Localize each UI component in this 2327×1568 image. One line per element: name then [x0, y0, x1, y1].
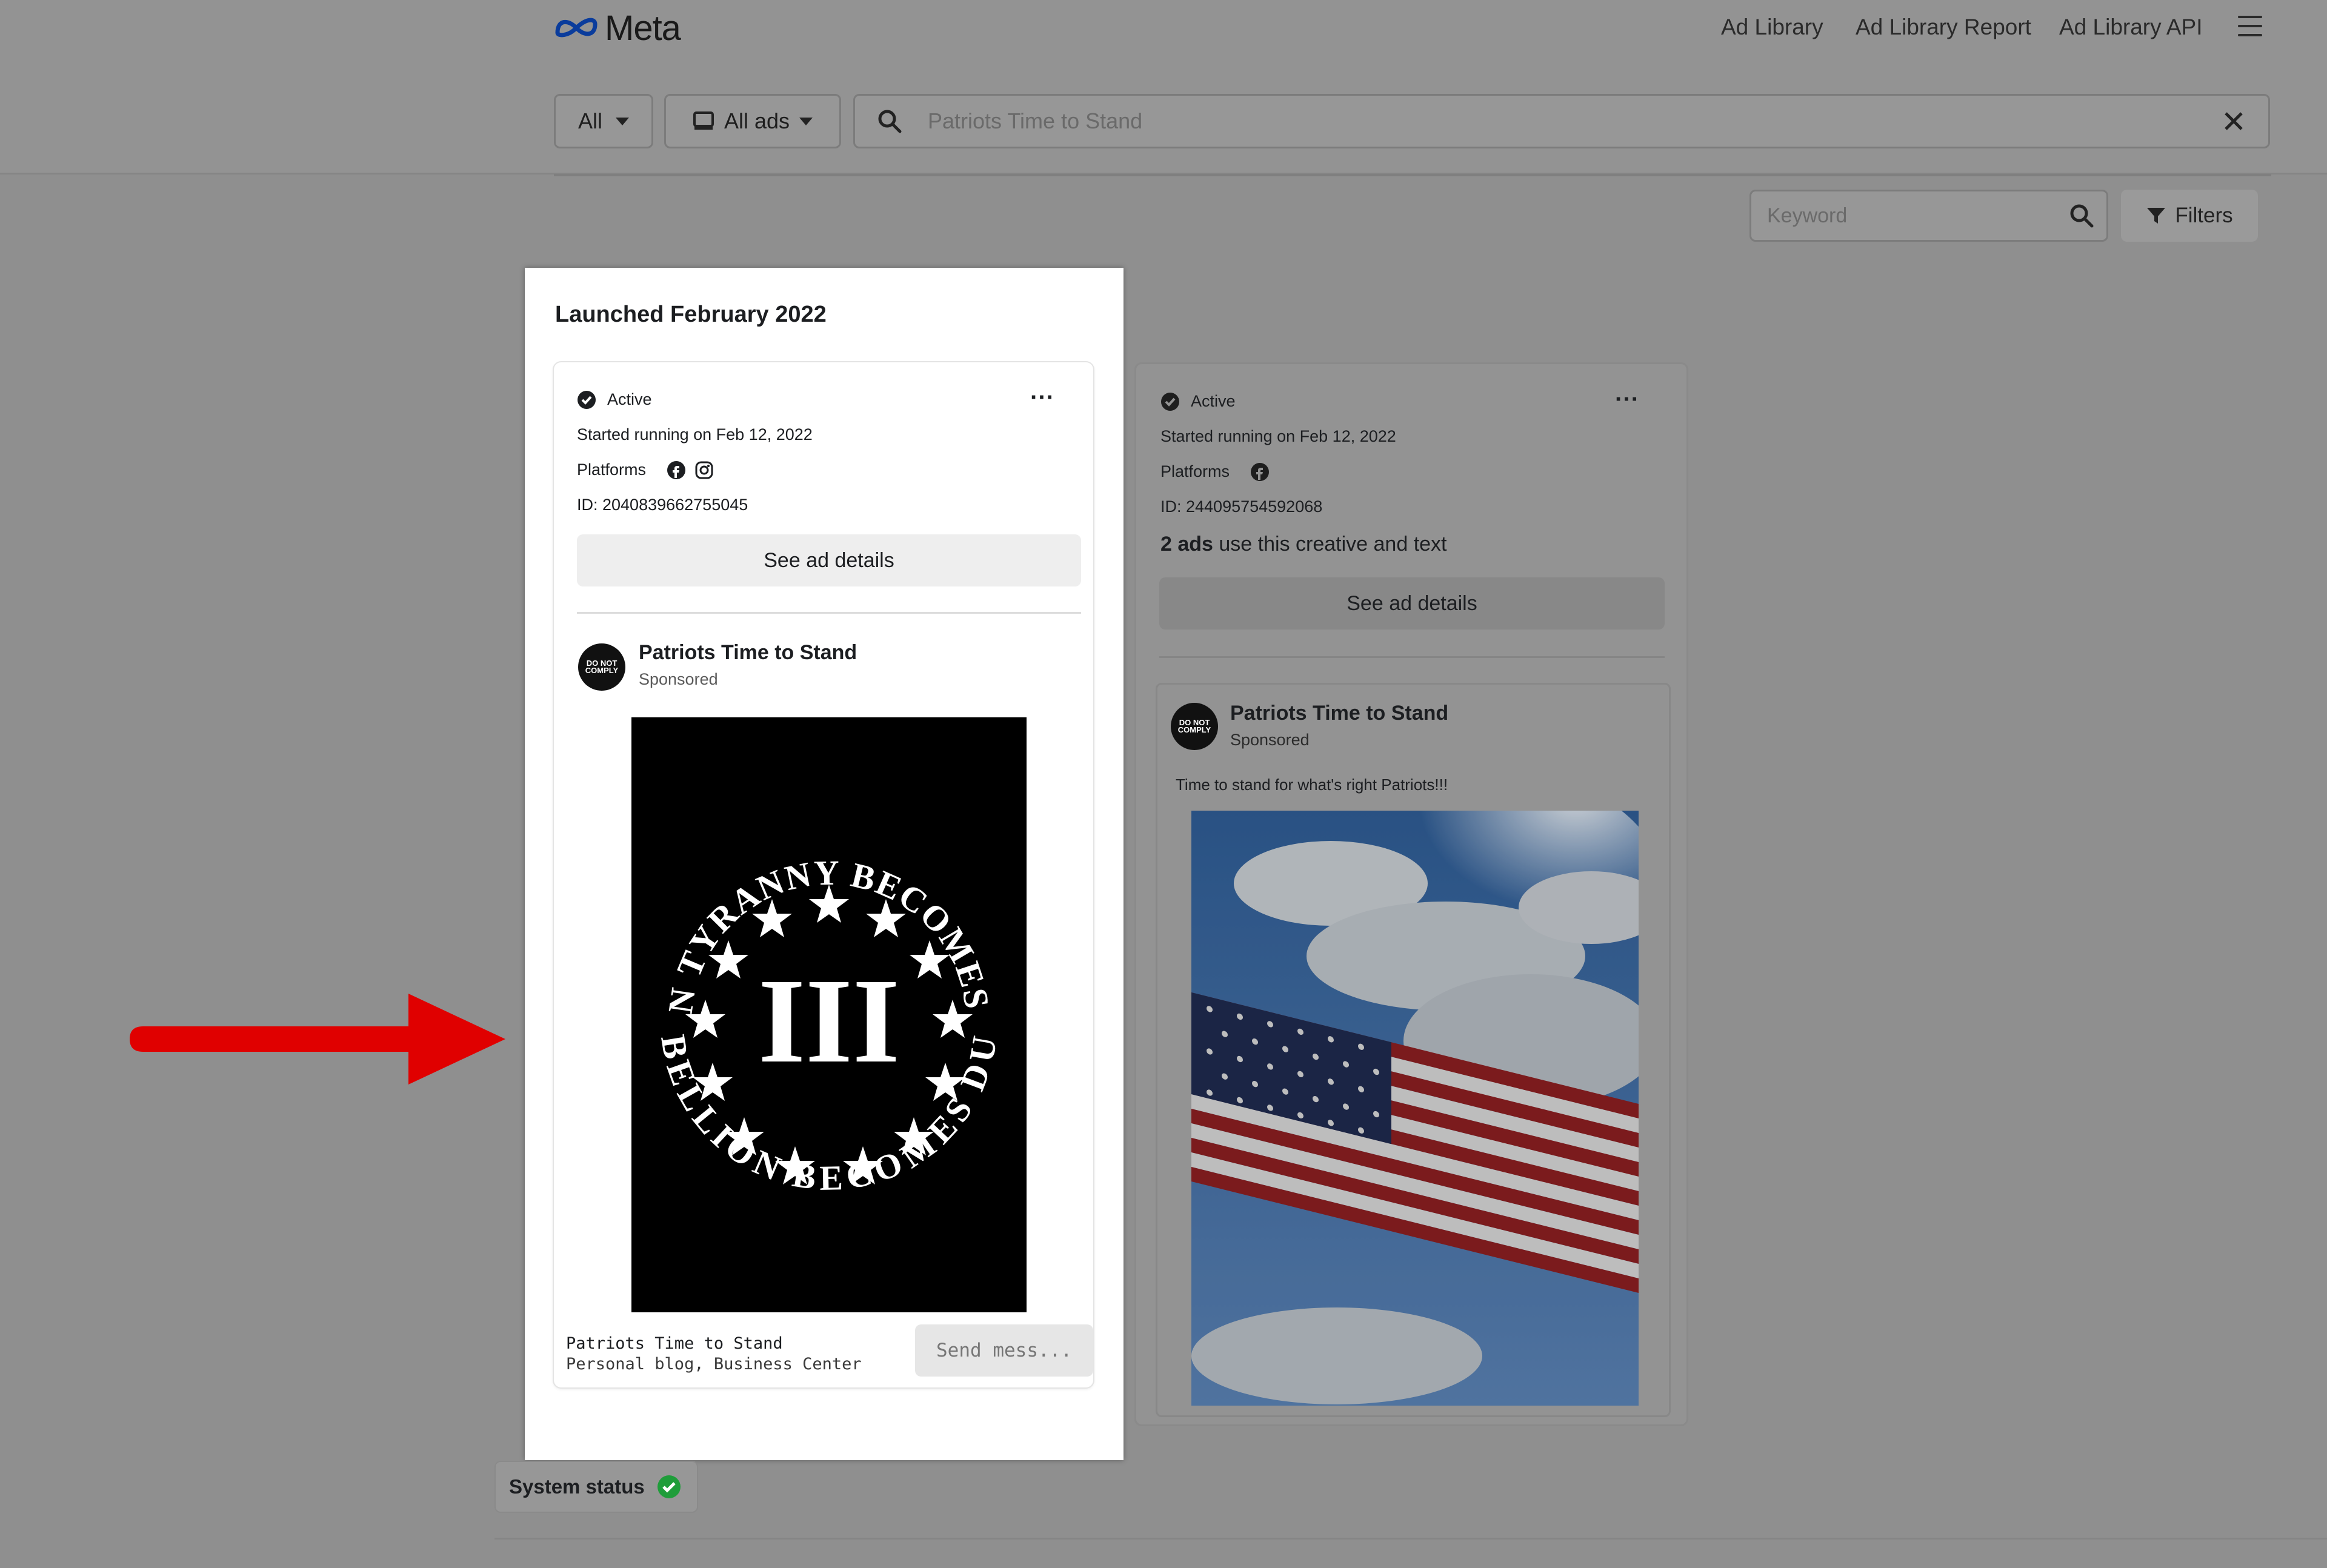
ad1-see-details-button[interactable]: See ad details: [577, 534, 1081, 586]
clear-search-icon[interactable]: [2223, 111, 2244, 131]
ad-card-2: Active ··· Started running on Feb 12, 20…: [1134, 362, 1688, 1426]
nav-ad-library-api[interactable]: Ad Library API: [2059, 15, 2203, 40]
ad1-platforms-label: Platforms: [577, 460, 647, 479]
avatar-text: DO NOT COMPLY: [1177, 718, 1211, 734]
ad2-ads-count-rest: use this creative and text: [1213, 533, 1447, 556]
ad-card-1: Active ··· Started running on Feb 12, 20…: [554, 362, 1093, 1387]
search-icon[interactable]: [2069, 203, 2094, 228]
ad1-avatar: DO NOT COMPLY: [578, 643, 625, 691]
meta-logo[interactable]: Meta: [554, 8, 681, 48]
status-ok-icon: [657, 1475, 681, 1498]
active-check-icon: [578, 391, 596, 409]
ad1-page-name[interactable]: Patriots Time to Stand: [639, 641, 857, 665]
ad2-preview: DO NOT COMPLY Patriots Time to Stand Spo…: [1156, 683, 1671, 1417]
ad2-avatar: DO NOT COMPLY: [1171, 703, 1218, 750]
ad1-status: Active: [607, 390, 652, 408]
american-flag-sky-image: [1191, 811, 1639, 1406]
keyword-placeholder: Keyword: [1767, 204, 1848, 227]
search-input[interactable]: Patriots Time to Stand: [853, 94, 2270, 148]
system-status-label: System status: [509, 1475, 645, 1498]
filter-icon: [2147, 208, 2166, 224]
instagram-icon: [695, 461, 713, 479]
ad2-creative-count: 2 ads use this creative and text: [1160, 533, 1447, 556]
red-arrow-annotation: [130, 994, 505, 1085]
filters-button[interactable]: Filters: [2121, 190, 2258, 242]
ad2-started: Started running on Feb 12, 2022: [1160, 427, 1396, 445]
ad2-status: Active: [1191, 392, 1236, 410]
meta-logo-text: Meta: [605, 8, 681, 48]
filters-label: Filters: [2175, 204, 2233, 227]
ad1-id: ID: 2040839662755045: [577, 496, 748, 514]
divider: [1159, 656, 1665, 658]
country-select-label: All: [578, 108, 602, 133]
ad2-creative-image: [1191, 811, 1639, 1406]
hamburger-menu-icon[interactable]: [2238, 16, 2262, 38]
emblem-center-text: III: [758, 954, 900, 1088]
system-status-badge[interactable]: System status: [494, 1461, 698, 1513]
nav-ad-library-report[interactable]: Ad Library Report: [1856, 15, 2031, 40]
ad2-body-text: Time to stand for what's right Patriots!…: [1176, 776, 1448, 794]
avatar-text: DO NOT COMPLY: [585, 659, 619, 675]
ad2-ads-count: 2 ads: [1160, 533, 1213, 556]
divider: [554, 174, 2271, 176]
ad2-see-details-button[interactable]: See ad details: [1159, 577, 1665, 630]
ad2-platforms-label: Platforms: [1160, 462, 1230, 480]
chevron-down-icon: [616, 117, 629, 125]
divider: [494, 1538, 2327, 1540]
search-icon: [878, 110, 902, 133]
ad1-footer-name: Patriots Time to Stand: [566, 1334, 783, 1353]
ad2-sponsored: Sponsored: [1230, 731, 1310, 749]
send-message-button[interactable]: Send mess...: [915, 1324, 1093, 1377]
country-select[interactable]: All: [554, 94, 653, 148]
ad1-started: Started running on Feb 12, 2022: [577, 425, 813, 443]
ad1-creative-image: WHEN TYRANNY BECOMES LAW REBELLION BECOM…: [613, 686, 1027, 1312]
search-query-text: Patriots Time to Stand: [928, 108, 1143, 133]
chevron-down-icon: [799, 117, 813, 125]
facebook-icon: [667, 461, 685, 479]
nav-ad-library[interactable]: Ad Library: [1721, 15, 1823, 40]
panel-title: Launched February 2022: [555, 302, 827, 327]
divider: [577, 612, 1081, 614]
meta-infinity-icon: [555, 18, 598, 38]
three-percenter-emblem: WHEN TYRANNY BECOMES LAW REBELLION BECOM…: [613, 686, 1004, 1198]
highlighted-ad-panel: Launched February 2022 Active ··· Starte…: [525, 268, 1124, 1460]
ad1-sponsored: Sponsored: [639, 670, 718, 688]
more-options-icon[interactable]: ···: [1030, 384, 1054, 411]
ad-type-select[interactable]: All ads: [664, 94, 841, 148]
active-check-icon: [1161, 393, 1179, 411]
ad2-id: ID: 244095754592068: [1160, 497, 1323, 516]
ad1-footer-sub: Personal blog, Business Center: [566, 1355, 862, 1374]
ad-type-select-label: All ads: [724, 108, 790, 133]
more-options-icon[interactable]: ···: [1615, 386, 1639, 413]
keyword-input[interactable]: Keyword: [1749, 190, 2108, 242]
facebook-icon: [1251, 463, 1269, 481]
monitor-icon: [693, 111, 714, 130]
ad2-page-name[interactable]: Patriots Time to Stand: [1230, 702, 1448, 725]
